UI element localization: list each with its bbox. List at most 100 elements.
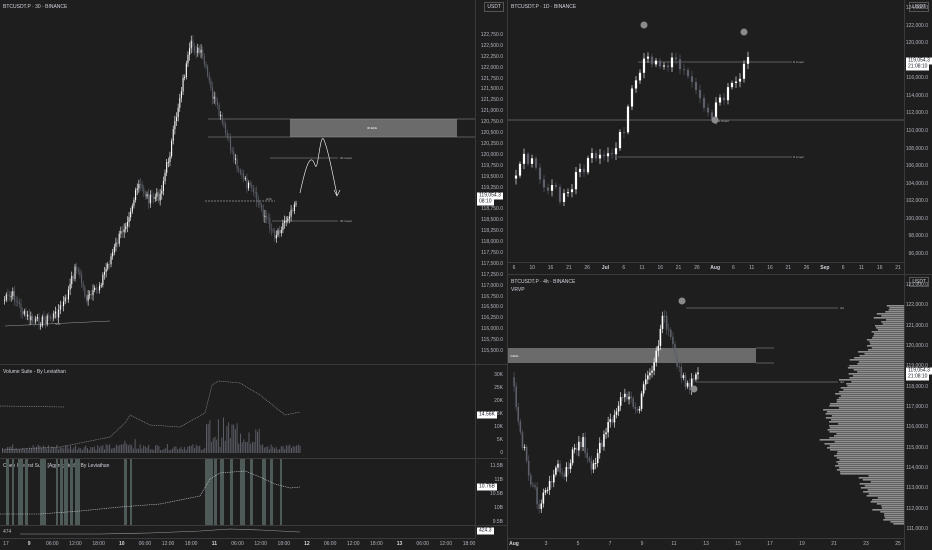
- four-hour-time-axis[interactable]: Aug 3 5 7 9 11 13 15 17 19 21 23 25: [508, 538, 904, 548]
- oi-band: [12, 459, 14, 525]
- candle: [220, 114, 222, 116]
- candle: [72, 275, 74, 279]
- candle: [218, 104, 220, 116]
- daily-price-axis[interactable]: USDT 124,000.0122,000.0120,000.0118,000.…: [904, 0, 932, 274]
- volume-bar: [180, 447, 182, 453]
- time-tick: 17: [767, 541, 773, 547]
- volume-bar: [66, 445, 68, 453]
- left-chart-pane[interactable]: BTCUSDT.P · 30 · BINANCE 30 EFE 30 invent…: [0, 0, 507, 364]
- time-tick: 12:00: [439, 541, 453, 547]
- left-price-tick: 118,750.0: [481, 206, 503, 213]
- time-tick: 26: [803, 265, 810, 271]
- candle: [562, 193, 566, 202]
- candle: [574, 172, 578, 190]
- volume-profile-bar: [851, 381, 904, 383]
- volume-profile-bar: [889, 307, 904, 309]
- candle: [30, 316, 32, 321]
- daily-upper-label: D invent: [793, 60, 804, 64]
- dashed-level-label: H30: [266, 197, 272, 201]
- oi-band: [6, 459, 9, 525]
- oi-tick: 11B: [494, 477, 503, 483]
- candle: [92, 289, 94, 296]
- volume-profile-bar: [825, 413, 904, 415]
- left-price-chart[interactable]: 30 EFE 30 invent 30 invent H30 SSL: [0, 0, 475, 364]
- candle: [638, 72, 642, 81]
- volume-bar: [199, 445, 201, 453]
- time-tick: 16: [547, 265, 554, 271]
- daily-price-tick: 120,000.0: [905, 40, 928, 47]
- candle: [651, 370, 653, 373]
- volume-profile-bar: [827, 447, 904, 449]
- volume-bar: [262, 444, 264, 453]
- volume-bar: [216, 439, 218, 453]
- volume-bar: [279, 449, 281, 453]
- daily-chart-pane[interactable]: BTCUSDT.P · 1D · BINANCE D invent D inven…: [508, 0, 932, 274]
- candle: [552, 474, 555, 483]
- four-hour-price-axis[interactable]: USDT 123,000.0 122,000.0 121,000.0 120,000.…: [904, 275, 932, 550]
- candle: [120, 231, 122, 234]
- volume-bar: [238, 443, 240, 453]
- left-time-axis[interactable]: 17 9 06:00 12:00 18:00 10 06:00 12:00 18:00 11 06:…: [0, 538, 475, 548]
- candle: [617, 405, 620, 412]
- daily-price-tick: 106,000.0: [905, 163, 928, 170]
- candle: [25, 311, 27, 317]
- volume-bar: [258, 428, 260, 453]
- candle: [610, 153, 614, 155]
- volume-profile-bar: [839, 467, 904, 469]
- candle: [582, 168, 586, 173]
- left-price-axis[interactable]: USDT 122,750.0 122,500.0 122,250.0 122,000.…: [475, 0, 507, 364]
- candle: [706, 107, 710, 113]
- candle: [559, 463, 561, 473]
- candle: [609, 419, 612, 423]
- volume-profile-bar: [873, 335, 904, 337]
- time-tick: 16: [876, 265, 883, 271]
- time-tick: Aug: [710, 265, 721, 271]
- volume-bar: [47, 445, 49, 453]
- volume-bar: [284, 448, 286, 453]
- volume-axis[interactable]: 30K 25K 20K 15K 10K 5K 0 14.56K: [475, 365, 507, 458]
- open-interest-pane[interactable]: Open Interest Suite [Aggregated] - By Le…: [0, 459, 507, 525]
- volume-profile-bar: [840, 395, 904, 397]
- daily-price-chart[interactable]: D invent D invent D invent: [508, 0, 904, 264]
- bottom-strip-pane[interactable]: 474 424.3: [0, 526, 507, 538]
- candle: [646, 56, 650, 59]
- volume-bar: [294, 446, 296, 453]
- volume-pane[interactable]: Volume Suite - By Leviathan 30K 25K 20K 15K…: [0, 365, 507, 458]
- four-hour-chart-pane[interactable]: BTCUSDT.P · 4h · BINANCE VRVP 4 EFE 4H 4H …: [508, 275, 932, 550]
- candle: [557, 463, 559, 468]
- daily-time-axis[interactable]: 6 10 16 21 26 Jul 6 11 16 21 26 Aug 6 11 16 21 26 Sep 6 11 1…: [508, 262, 904, 272]
- candle: [566, 192, 570, 194]
- time-tick: 11: [858, 265, 865, 271]
- oi-tick: 10.5B: [489, 491, 503, 497]
- volume-profile-bar: [839, 379, 904, 381]
- candle: [187, 54, 189, 64]
- candle: [225, 124, 227, 133]
- volume-profile-bar: [847, 367, 904, 369]
- candle: [592, 463, 595, 470]
- candle: [239, 170, 241, 174]
- candle: [99, 285, 101, 290]
- swing-high-marker: [678, 297, 686, 305]
- candle: [56, 311, 58, 318]
- volume-profile-bar: [882, 323, 904, 325]
- four-hour-price-chart[interactable]: 4 EFE 4H 4H: [508, 275, 904, 538]
- candle: [575, 447, 578, 451]
- left-price-tick: 117,500.0: [481, 260, 503, 267]
- volume-profile-bar: [843, 389, 904, 391]
- strip-line: [20, 528, 301, 535]
- oi-axis[interactable]: 11.5B 11B 10.5B 10B 9.5B 10.76B: [475, 459, 507, 525]
- candle: [22, 312, 24, 315]
- candle: [228, 137, 230, 139]
- oi-band: [56, 459, 58, 525]
- candle: [613, 414, 616, 423]
- candle: [13, 291, 16, 301]
- candle: [678, 366, 680, 368]
- swing-high-marker: [740, 28, 748, 36]
- oi-band: [280, 459, 282, 525]
- oi-band: [124, 459, 127, 525]
- volume-bar: [73, 447, 75, 453]
- candle: [653, 362, 655, 371]
- candle: [573, 447, 576, 450]
- volume-profile-bar: [823, 409, 904, 411]
- candle: [153, 197, 155, 199]
